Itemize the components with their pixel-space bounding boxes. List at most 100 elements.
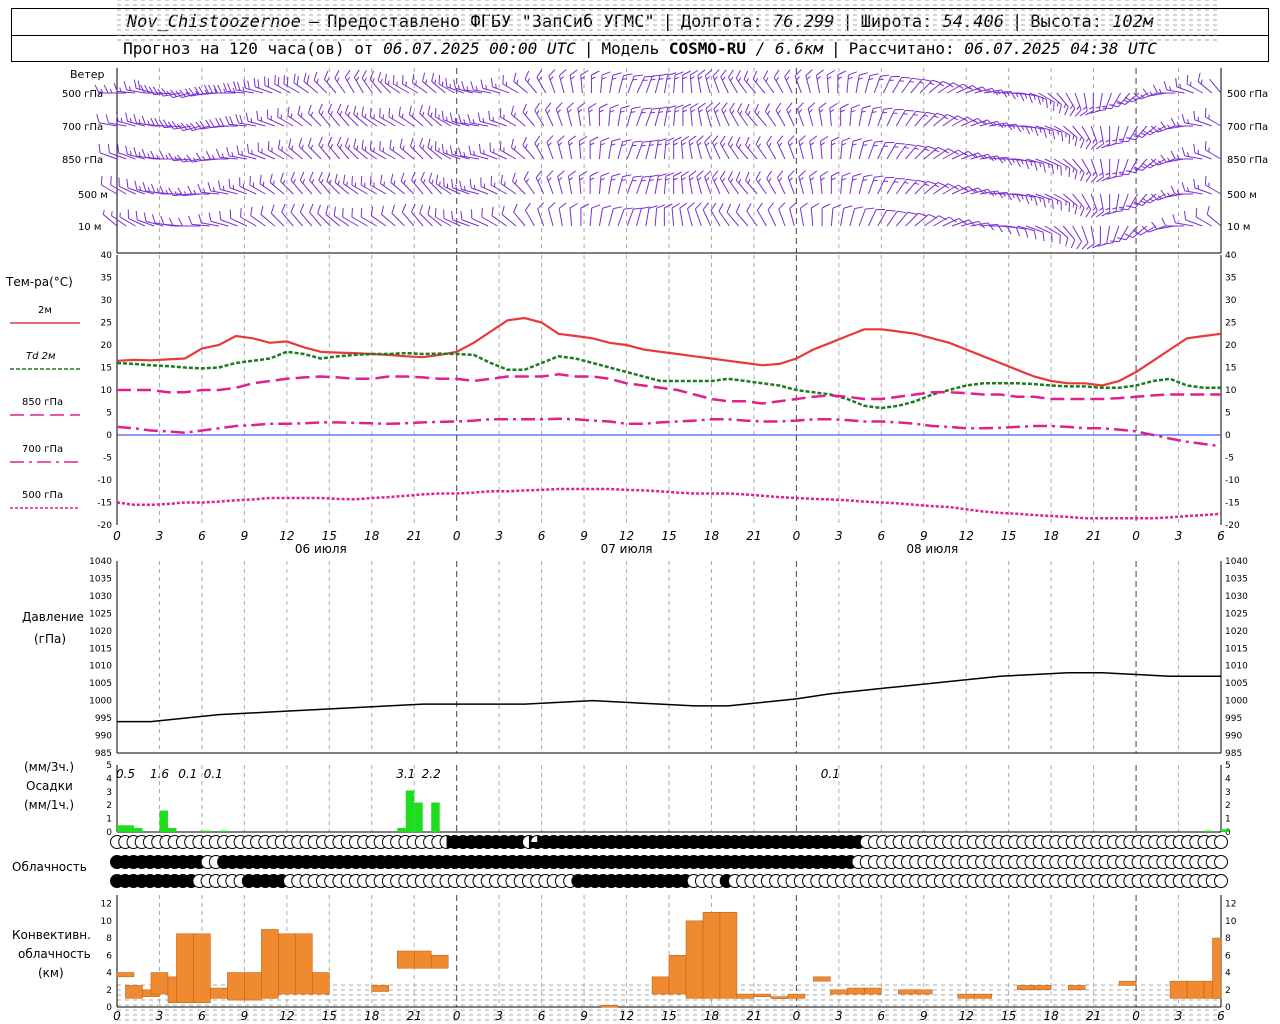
wind-barb — [351, 176, 368, 195]
wind-barb — [235, 114, 257, 127]
wind-barb — [849, 206, 864, 227]
wind-barb-full — [548, 202, 556, 209]
wind-barb-half — [721, 76, 726, 81]
wind-barb — [933, 183, 957, 195]
wind-barb-staff — [868, 209, 877, 227]
wind-barb-full — [236, 145, 240, 155]
wind-barb — [636, 75, 654, 94]
conv-xtick: 6 — [1217, 1009, 1225, 1023]
conv-bar — [600, 1005, 619, 1008]
wind-barb — [923, 215, 947, 227]
wind-barb-full — [1193, 143, 1196, 153]
day-label: 06 июля — [295, 542, 347, 556]
wind-barb-staff — [1072, 193, 1085, 209]
wind-barb-staff — [654, 108, 661, 127]
wind-barb-half — [705, 177, 710, 182]
wind-barb-full — [522, 103, 527, 113]
wind-barb-full — [688, 170, 697, 177]
wind-barb-staff — [830, 208, 834, 227]
wind-barb-staff — [513, 211, 526, 227]
wind-barb-staff — [905, 179, 918, 195]
wind-barb-full — [140, 84, 146, 94]
wind-barb — [840, 103, 849, 126]
conv-ytick-left: 12 — [101, 900, 112, 910]
wind-barb-full — [568, 170, 576, 177]
wind-barb — [468, 145, 489, 160]
precip-ytick-left: 0 — [106, 828, 112, 838]
temp-xtick: 12 — [959, 529, 974, 543]
conv-bar — [974, 993, 992, 999]
wind-barb — [704, 170, 712, 195]
wind-barb-half — [549, 76, 554, 81]
temp-xtick: 15 — [1001, 529, 1016, 543]
conv-ytick-left: 10 — [101, 917, 113, 927]
wind-barb-half — [840, 109, 845, 113]
conv-bar — [150, 972, 169, 995]
wind-barb-half — [579, 142, 584, 146]
wind-barb-staff — [299, 179, 313, 195]
wind-barb-half — [1092, 138, 1097, 143]
wind-barb-full — [1181, 114, 1186, 124]
wind-barb — [858, 207, 875, 227]
conv-ytick-right: 4 — [1225, 969, 1231, 979]
wind-barb-full — [379, 141, 381, 151]
wind-barb-full — [103, 84, 109, 94]
wind-barb-half — [816, 76, 822, 80]
wind-barb-staff — [776, 142, 786, 160]
pressure-ytick-left: 1005 — [89, 679, 112, 689]
wind-barb-half — [1002, 157, 1006, 162]
conv-bar — [736, 993, 755, 999]
day-label: 07 июля — [601, 542, 653, 556]
wind-barb-full — [1161, 217, 1167, 227]
wind-barb-staff — [318, 111, 331, 127]
wind-barb-staff — [855, 75, 860, 94]
wind-barb — [1119, 193, 1138, 211]
wind-barb-full — [1096, 143, 1104, 150]
wind-barb-full — [624, 207, 634, 210]
precip-sum-label: 0.5 — [116, 767, 135, 781]
wind-barb — [928, 80, 952, 94]
wind-barb-half — [570, 76, 575, 80]
wind-barb-full — [525, 202, 531, 211]
temp-ytick-left: -15 — [97, 499, 112, 509]
wind-barb-full — [478, 143, 481, 153]
wind-barb-half — [589, 177, 595, 181]
wind-barb-staff — [1072, 125, 1085, 141]
wind-barb — [558, 202, 567, 227]
wind-barb-full — [490, 176, 493, 186]
wind-barb — [577, 102, 586, 127]
wind-barb-full — [480, 79, 484, 89]
wind-barb-full — [852, 138, 862, 142]
wind-barb — [369, 141, 387, 160]
wind-barb — [752, 70, 766, 94]
wind-barb-staff — [1072, 158, 1085, 174]
wind-barb-full — [891, 75, 900, 78]
wind-barb — [325, 205, 340, 227]
wind-barb — [458, 147, 479, 160]
wind-barb-staff — [645, 75, 653, 94]
wind-barb-half — [690, 76, 695, 80]
wind-barb-staff — [873, 75, 881, 94]
wind-barb — [608, 206, 623, 227]
wind-barb — [729, 102, 740, 127]
wind-barb — [809, 170, 818, 195]
wind-barb-full — [863, 174, 873, 178]
wind-barb-staff — [617, 108, 622, 127]
wind-barb-full — [763, 70, 769, 79]
wind-barb — [245, 112, 266, 127]
wind-barb-staff — [729, 110, 740, 127]
conv-bar — [915, 989, 933, 995]
wind-barb-full — [851, 104, 860, 109]
wind-barb — [673, 71, 684, 94]
wind-barb-staff — [626, 108, 633, 127]
conv-xtick: 6 — [538, 1009, 546, 1023]
wind-barb-full — [205, 150, 211, 160]
wind-barb-full — [726, 203, 732, 213]
wind-barb-half — [689, 142, 694, 146]
wind-barb-staff — [626, 141, 634, 160]
temp-ytick-left: 0 — [106, 431, 112, 441]
wind-barb-full — [256, 110, 259, 120]
wind-barb-full — [611, 138, 621, 142]
conv-bar — [1067, 985, 1086, 991]
wind-barb-full — [728, 69, 734, 78]
